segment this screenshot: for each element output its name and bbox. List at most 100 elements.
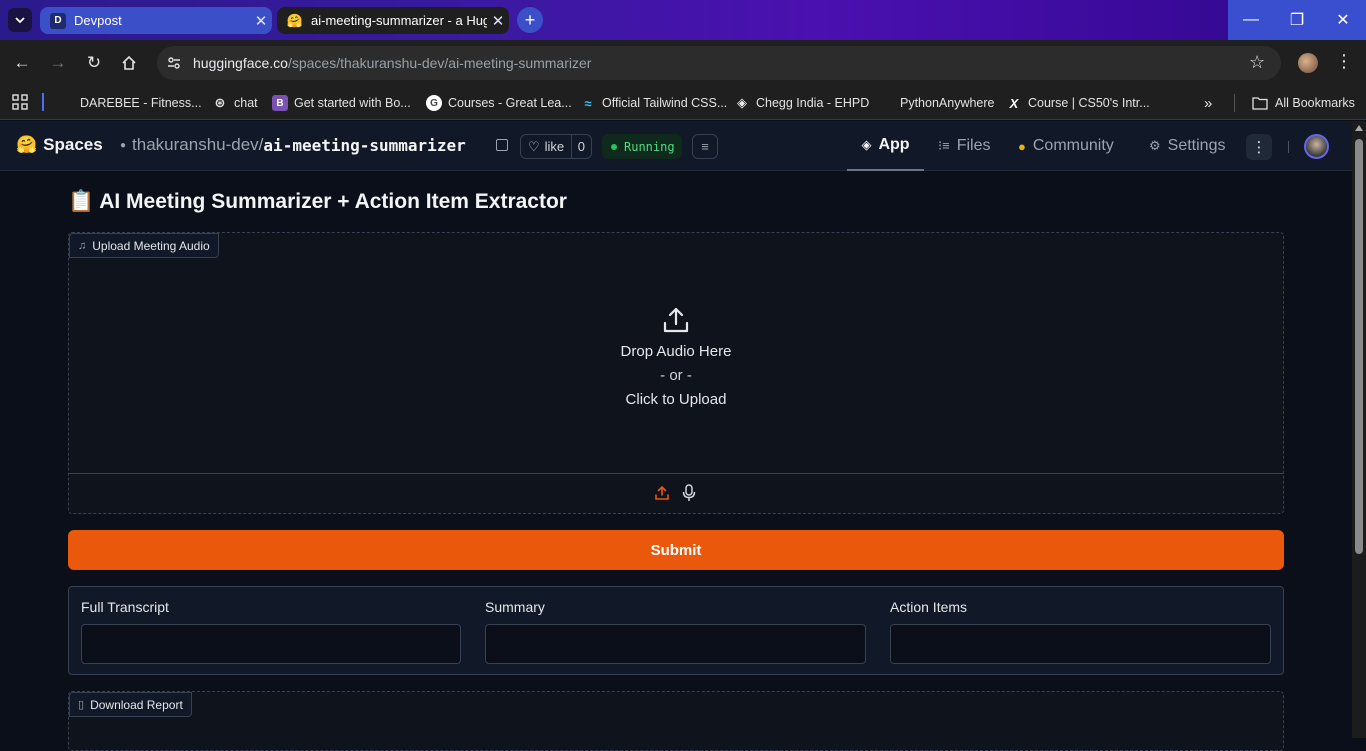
logs-button[interactable]: ≡ — [692, 134, 718, 159]
page-title: 📋 AI Meeting Summarizer + Action Item Ex… — [68, 190, 567, 213]
bookmark-cs50[interactable]: X Course | CS50's Intr... — [1006, 93, 1150, 113]
folder-icon — [1252, 97, 1268, 110]
file-icon: ▯ — [78, 699, 85, 711]
bookmark-great-learning[interactable]: G Courses - Great Lea... — [426, 93, 572, 113]
more-options-button[interactable]: ⋮ — [1246, 134, 1272, 160]
upload-label-chip: ♫ Upload Meeting Audio — [69, 233, 219, 258]
download-report-panel: ▯ Download Report — [68, 691, 1284, 751]
like-button[interactable]: ♡ like 0 — [520, 134, 592, 159]
gradio-app: 📋 AI Meeting Summarizer + Action Item Ex… — [0, 171, 1352, 751]
output-full-transcript: Full Transcript — [69, 587, 473, 674]
back-button[interactable]: ← — [8, 49, 36, 77]
plus-icon: + — [524, 9, 536, 30]
or-text: - or - — [660, 367, 692, 384]
bookmark-chat[interactable]: ⊛ chat — [212, 93, 258, 113]
tab-search-button[interactable] — [8, 8, 32, 32]
close-icon[interactable]: ✕ — [250, 12, 272, 30]
forward-button[interactable]: → — [44, 49, 72, 77]
like-count: 0 — [570, 135, 591, 158]
all-bookmarks-button[interactable]: All Bookmarks — [1252, 93, 1355, 113]
new-tab-button[interactable]: + — [517, 7, 543, 33]
tab-community[interactable]: ● Community — [1018, 121, 1114, 171]
tab-title: Devpost — [74, 13, 122, 28]
output-label: Summary — [485, 599, 545, 615]
bookmark-star-icon[interactable]: ☆ — [1249, 52, 1265, 73]
close-icon: ✕ — [1336, 12, 1350, 29]
full-transcript-textbox[interactable] — [81, 624, 461, 664]
minimize-icon: — — [1243, 11, 1259, 28]
download-label-chip: ▯ Download Report — [69, 692, 192, 717]
scroll-thumb[interactable] — [1355, 139, 1363, 554]
reload-icon: ↻ — [86, 53, 102, 72]
bookmark-bootstrap[interactable]: B Get started with Bo... — [272, 93, 411, 113]
upload-source-icon[interactable] — [654, 485, 670, 501]
community-icon: ● — [1018, 138, 1026, 154]
chatgpt-icon: ⊛ — [214, 95, 226, 110]
gear-icon: ⚙ — [1149, 138, 1161, 153]
microphone-icon[interactable] — [682, 484, 696, 502]
browser-tab-strip: D Devpost ✕ 🤗 ai-meeting-summarizer - a … — [0, 0, 1366, 40]
restore-button[interactable]: ❐ — [1274, 0, 1320, 40]
click-to-upload-text: Click to Upload — [625, 391, 727, 408]
lock-icon: ● — [120, 139, 127, 151]
bookmark-darebee[interactable]: DAREBEE - Fitness... — [80, 93, 202, 113]
close-window-button[interactable]: ✕ — [1320, 0, 1366, 40]
hf-space-header: 🤗 Spaces ● thakuranshu-dev/ ai-meeting-s… — [0, 121, 1352, 171]
browser-menu-button[interactable]: ⋮ — [1334, 51, 1354, 75]
address-bar[interactable]: huggingface.co/spaces/thakuranshu-dev/ai… — [157, 46, 1281, 80]
audio-source-bar — [69, 473, 1283, 513]
summary-textbox[interactable] — [485, 624, 866, 664]
space-breadcrumb: ● thakuranshu-dev/ ai-meeting-summarizer — [120, 135, 466, 155]
clipboard-icon: 📋 — [68, 190, 95, 213]
close-icon[interactable]: ✕ — [487, 12, 509, 30]
bookmarks-overflow-button[interactable]: » — [1204, 93, 1212, 113]
space-repo-name[interactable]: ai-meeting-summarizer — [263, 136, 465, 155]
audio-dropzone[interactable]: Drop Audio Here - or - Click to Upload — [69, 259, 1283, 473]
bookmark-chegg[interactable]: ◈ Chegg India - EHPD — [734, 93, 869, 113]
tab-ai-meeting-summarizer[interactable]: 🤗 ai-meeting-summarizer - a Hugg ✕ — [277, 7, 509, 34]
apps-grid-icon[interactable] — [12, 94, 28, 110]
reload-button[interactable]: ↻ — [80, 49, 108, 77]
output-label: Action Items — [890, 599, 968, 615]
edx-icon: X — [1009, 95, 1019, 111]
copy-icon[interactable] — [496, 139, 508, 151]
scroll-up-arrow-icon[interactable] — [1355, 125, 1363, 131]
output-label: Full Transcript — [81, 599, 169, 615]
logs-icon: ≡ — [701, 139, 709, 154]
tab-app[interactable]: ◈ App — [847, 121, 924, 171]
drop-audio-text: Drop Audio Here — [620, 343, 732, 360]
arrow-right-icon: → — [49, 53, 67, 72]
status-badge: Running — [602, 134, 682, 159]
tailwind-icon: ≈ — [584, 95, 592, 111]
bookmark-tailwind[interactable]: ≈ Official Tailwind CSS... — [580, 93, 727, 113]
site-info-icon[interactable] — [166, 55, 182, 71]
header-divider — [1288, 141, 1289, 153]
tab-devpost[interactable]: D Devpost ✕ — [40, 7, 272, 34]
user-avatar[interactable] — [1304, 134, 1329, 159]
minimize-button[interactable]: — — [1228, 0, 1274, 40]
output-summary: Summary — [473, 587, 878, 674]
chevron-down-icon — [15, 17, 25, 24]
bootstrap-icon: B — [272, 95, 288, 111]
tab-settings[interactable]: ⚙ Settings — [1149, 121, 1225, 171]
devpost-favicon-icon: D — [50, 12, 66, 29]
tab-files[interactable]: ⁝≡ Files — [938, 121, 991, 171]
home-icon — [122, 55, 136, 70]
output-action-items: Action Items — [878, 587, 1283, 674]
kebab-menu-icon: ⋮ — [1335, 51, 1353, 71]
arrow-left-icon: ← — [13, 53, 31, 72]
huggingface-logo-icon: 🤗 — [16, 135, 38, 154]
chegg-icon: ◈ — [737, 95, 747, 110]
action-items-textbox[interactable] — [890, 624, 1271, 664]
page-scrollbar[interactable] — [1352, 121, 1366, 738]
home-button[interactable] — [115, 49, 143, 77]
bookmark-divider — [1234, 94, 1235, 112]
url-text: huggingface.co/spaces/thakuranshu-dev/ai… — [193, 55, 592, 71]
bookmark-pythonanywhere[interactable]: PythonAnywhere — [900, 93, 995, 113]
bookmarks-bar: DAREBEE - Fitness... ⊛ chat B Get started … — [0, 86, 1366, 120]
profile-avatar[interactable] — [1298, 53, 1318, 73]
space-owner-link[interactable]: thakuranshu-dev/ — [132, 135, 263, 155]
kebab-menu-icon: ⋮ — [1251, 139, 1267, 156]
submit-button[interactable]: Submit — [68, 530, 1284, 570]
spaces-link[interactable]: 🤗 Spaces — [16, 135, 103, 155]
